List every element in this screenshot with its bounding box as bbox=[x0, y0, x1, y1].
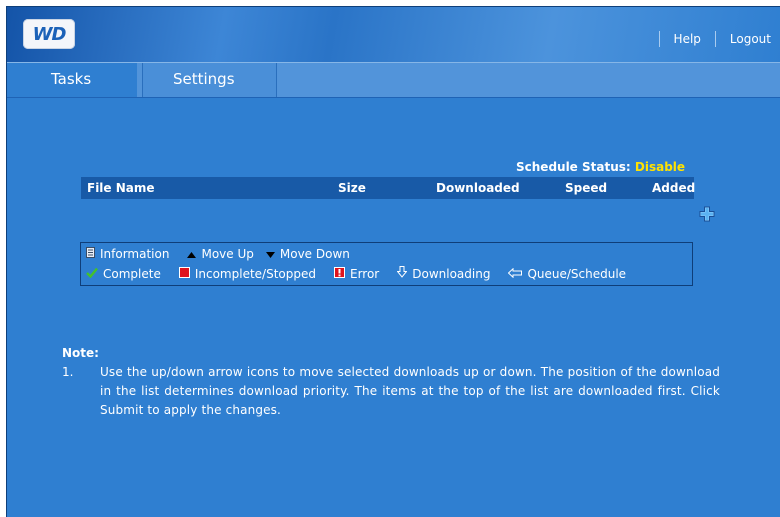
legend-item-move-up: Move Up bbox=[187, 247, 254, 261]
link-divider bbox=[658, 31, 660, 47]
downloads-table-header: File Name Size Downloaded Speed Added bbox=[81, 177, 695, 199]
tab-tasks[interactable]: Tasks bbox=[7, 63, 137, 97]
legend-label: Information bbox=[100, 247, 170, 261]
legend-item-downloading: Downloading bbox=[396, 266, 491, 281]
legend-label: Error bbox=[349, 266, 380, 281]
add-download-icon[interactable] bbox=[699, 206, 715, 222]
legend-item-queue-schedule: Queue/Schedule bbox=[508, 267, 626, 281]
top-links: Help Logout bbox=[645, 31, 780, 47]
legend-item-error: Error bbox=[333, 266, 380, 281]
app-frame: WD Help Logout Tasks Settings Schedule S… bbox=[6, 6, 780, 517]
logo-text: WD bbox=[32, 23, 67, 45]
column-downloaded[interactable]: Downloaded bbox=[436, 181, 520, 195]
schedule-status-label: Schedule Status: bbox=[516, 160, 631, 174]
legend-box: Information Move Up Move Down Complete I… bbox=[80, 242, 693, 286]
column-speed[interactable]: Speed bbox=[565, 181, 607, 195]
legend-item-information: Information bbox=[86, 247, 169, 261]
note-title: Note: bbox=[62, 346, 99, 360]
note-item-number: 1. bbox=[62, 365, 74, 379]
schedule-status-value[interactable]: Disable bbox=[635, 160, 685, 174]
logout-link[interactable]: Logout bbox=[730, 32, 771, 46]
legend-label: Downloading bbox=[412, 266, 491, 281]
help-link[interactable]: Help bbox=[674, 32, 701, 46]
note-item-text: Use the up/down arrow icons to move sele… bbox=[100, 365, 720, 417]
error-icon bbox=[333, 266, 345, 281]
column-added[interactable]: Added bbox=[652, 181, 695, 195]
complete-check-icon bbox=[86, 267, 98, 281]
column-file-name[interactable]: File Name bbox=[87, 181, 155, 195]
information-icon bbox=[86, 247, 95, 261]
queue-schedule-icon bbox=[508, 267, 523, 281]
move-up-icon bbox=[187, 247, 197, 261]
header-bar: WD Help Logout bbox=[7, 7, 780, 62]
schedule-status: Schedule Status: Disable bbox=[516, 160, 685, 174]
legend-row-statuses: Complete Incomplete/Stopped Error Downlo… bbox=[86, 266, 644, 281]
downloading-icon bbox=[396, 266, 408, 281]
incomplete-stopped-icon bbox=[178, 266, 190, 281]
wd-logo: WD bbox=[23, 19, 75, 49]
legend-label: Move Up bbox=[201, 247, 254, 261]
legend-label: Queue/Schedule bbox=[527, 266, 627, 281]
tab-bar: Tasks Settings bbox=[7, 62, 780, 98]
legend-item-complete: Complete bbox=[86, 267, 161, 281]
column-size[interactable]: Size bbox=[338, 181, 366, 195]
legend-item-incomplete-stopped: Incomplete/Stopped bbox=[178, 266, 316, 281]
move-down-icon bbox=[265, 247, 275, 261]
legend-label: Incomplete/Stopped bbox=[194, 266, 316, 281]
link-divider bbox=[714, 31, 716, 47]
tab-settings[interactable]: Settings bbox=[142, 63, 277, 97]
legend-label: Complete bbox=[103, 266, 161, 281]
legend-label: Move Down bbox=[279, 247, 350, 261]
main-content: Schedule Status: Disable File Name Size … bbox=[7, 97, 780, 517]
legend-item-move-down: Move Down bbox=[265, 247, 350, 261]
legend-row-actions: Information Move Up Move Down bbox=[86, 247, 368, 261]
